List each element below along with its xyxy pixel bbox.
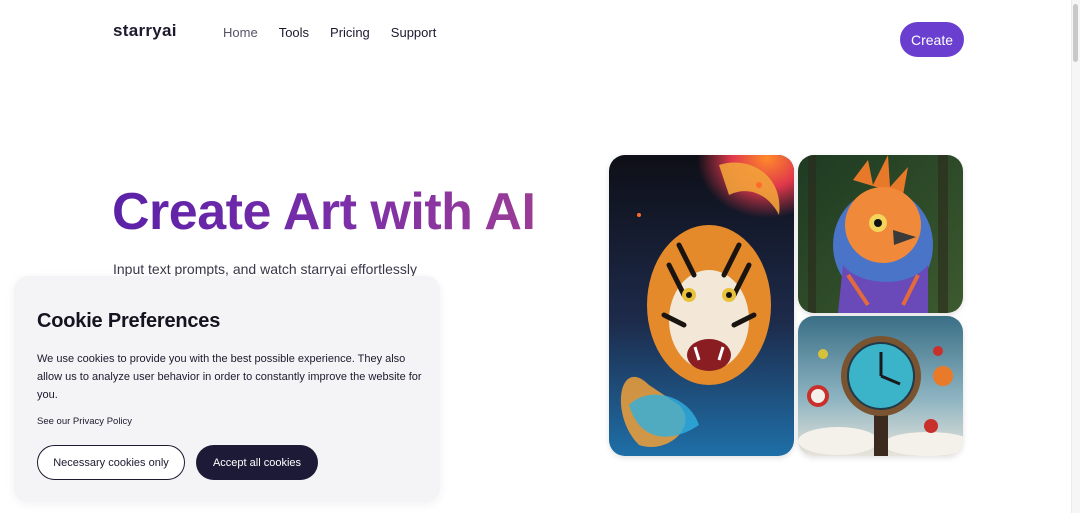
clock-image [798, 316, 963, 456]
main-nav: Home Tools Pricing Support [223, 25, 457, 40]
cookie-title: Cookie Preferences [37, 310, 221, 332]
page: starryai Home Tools Pricing Support Crea… [0, 0, 1080, 513]
accept-all-cookies-button[interactable]: Accept all cookies [196, 445, 318, 480]
hero-title: Create Art with AI [112, 183, 536, 241]
cookie-preferences-panel: Cookie Preferences We use cookies to pro… [14, 276, 440, 502]
nav-item-tools[interactable]: Tools [279, 25, 309, 40]
hero-subtitle: Input text prompts, and watch starryai e… [113, 261, 417, 277]
logo[interactable]: starryai [113, 21, 177, 41]
privacy-policy-link[interactable]: See our Privacy Policy [37, 416, 132, 427]
tiger-image [609, 155, 794, 456]
scrollbar-thumb[interactable] [1073, 4, 1078, 62]
cookie-description: We use cookies to provide you with the b… [37, 353, 422, 401]
scrollbar[interactable] [1071, 0, 1080, 513]
nav-item-home[interactable]: Home [223, 25, 258, 40]
create-button[interactable]: Create [900, 22, 964, 57]
necessary-cookies-button[interactable]: Necessary cookies only [37, 445, 185, 480]
nav-item-pricing[interactable]: Pricing [330, 25, 370, 40]
bird-image [798, 155, 963, 313]
nav-item-support[interactable]: Support [391, 25, 437, 40]
